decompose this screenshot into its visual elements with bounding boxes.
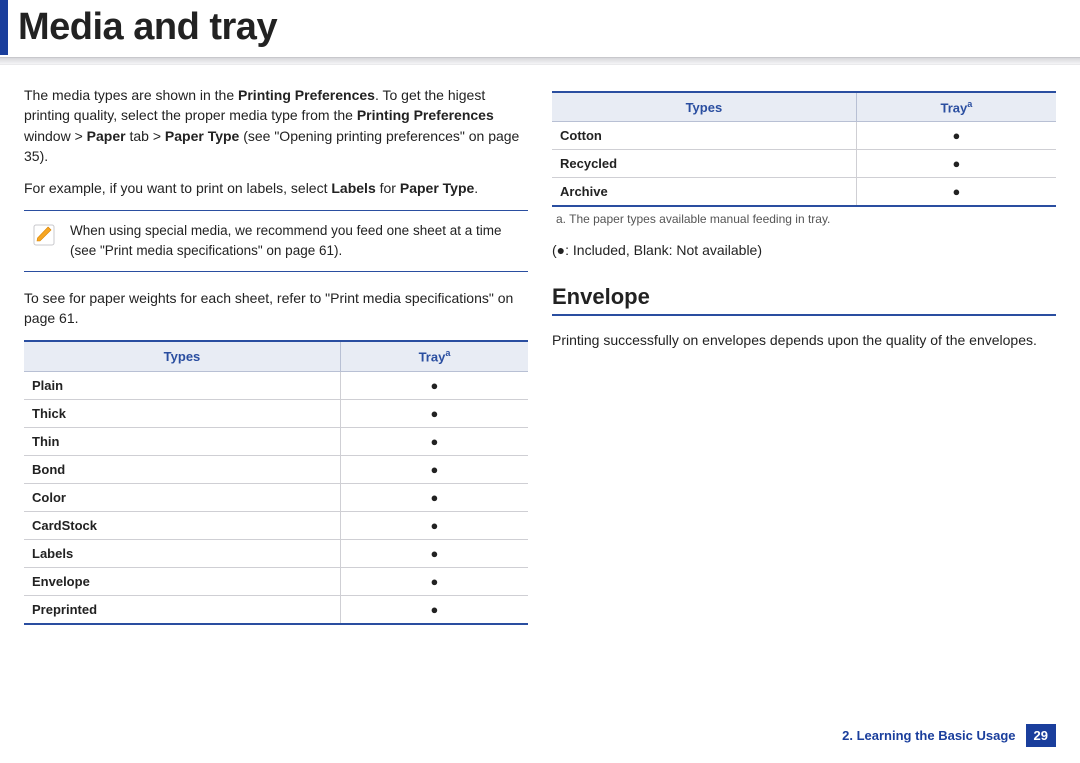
table-cell-type: Cotton [552,122,856,150]
table-cell-mark: ● [340,511,528,539]
page-footer: 2. Learning the Basic Usage 29 [842,724,1056,747]
table-cell-mark: ● [340,455,528,483]
section-heading-envelope: Envelope [552,284,1056,316]
table-cell-mark: ● [340,539,528,567]
text-span: for [376,180,400,196]
text-span: tab > [126,128,165,144]
table-cell-type: Archive [552,178,856,207]
table-row: Thin● [24,427,528,455]
text-span: The media types are shown in the [24,87,238,103]
table-cell-type: Bond [24,455,340,483]
table-row: Plain● [24,371,528,399]
table-row: Labels● [24,539,528,567]
table-cell-mark: ● [856,150,1056,178]
content-columns: The media types are shown in the Printin… [0,65,1080,625]
media-table-right: Types Traya Cotton● Recycled● Archive● [552,91,1056,207]
table-cell-type: Preprinted [24,595,340,624]
table-cell-mark: ● [340,483,528,511]
page-title: Media and tray [8,0,277,55]
text-span: Tray [940,100,967,115]
header-accent-bar [0,0,8,55]
table-cell-mark: ● [856,178,1056,207]
table-cell-mark: ● [340,371,528,399]
table-cell-type: Recycled [552,150,856,178]
text-bold: Paper [87,128,126,144]
intro-paragraph-2: For example, if you want to print on lab… [24,178,528,198]
table-row: Thick● [24,399,528,427]
table-header-types: Types [24,341,340,371]
table-cell-mark: ● [856,122,1056,150]
table-header-tray: Traya [856,92,1056,122]
table-row: Bond● [24,455,528,483]
table-cell-type: Plain [24,371,340,399]
table-cell-type: Thick [24,399,340,427]
table-cell-mark: ● [340,595,528,624]
footer-page-number: 29 [1026,724,1056,747]
table-cell-mark: ● [340,567,528,595]
table-cell-type: Color [24,483,340,511]
page-header: Media and tray [0,0,1080,65]
intro-paragraph-1: The media types are shown in the Printin… [24,85,528,166]
text-bold: Paper Type [165,128,239,144]
media-table-left: Types Traya Plain● Thick● Thin● Bond● Co… [24,340,528,624]
left-column: The media types are shown in the Printin… [24,85,528,625]
table-row: Envelope● [24,567,528,595]
footer-chapter: 2. Learning the Basic Usage [842,728,1015,743]
header-title-wrap: Media and tray [0,0,1080,55]
note-box: When using special media, we recommend y… [24,210,528,271]
table-cell-mark: ● [340,427,528,455]
note-text: When using special media, we recommend y… [70,221,522,260]
table-cell-mark: ● [340,399,528,427]
text-span: For example, if you want to print on lab… [24,180,331,196]
text-span: . [474,180,478,196]
text-span: window > [24,128,87,144]
table-row: Preprinted● [24,595,528,624]
table-header-types: Types [552,92,856,122]
table-cell-type: Envelope [24,567,340,595]
table-row: Recycled● [552,150,1056,178]
note-icon [30,221,60,251]
table-row: CardStock● [24,511,528,539]
table-row: Archive● [552,178,1056,207]
table-cell-type: Thin [24,427,340,455]
text-span: Tray [419,350,446,365]
table-row: Color● [24,483,528,511]
intro-paragraph-3: To see for paper weights for each sheet,… [24,288,528,329]
header-divider [0,57,1080,65]
table-footnote: a. The paper types available manual feed… [552,211,1056,228]
text-bold: Printing Preferences [357,107,494,123]
right-column: Types Traya Cotton● Recycled● Archive● a… [552,85,1056,625]
table-header-tray: Traya [340,341,528,371]
table-cell-type: CardStock [24,511,340,539]
table-legend: (●: Included, Blank: Not available) [552,242,1056,258]
superscript: a [967,99,972,109]
superscript: a [445,348,450,358]
table-row: Cotton● [552,122,1056,150]
table-cell-type: Labels [24,539,340,567]
text-bold: Paper Type [400,180,474,196]
text-bold: Labels [331,180,375,196]
envelope-paragraph: Printing successfully on envelopes depen… [552,330,1056,350]
text-bold: Printing Preferences [238,87,375,103]
